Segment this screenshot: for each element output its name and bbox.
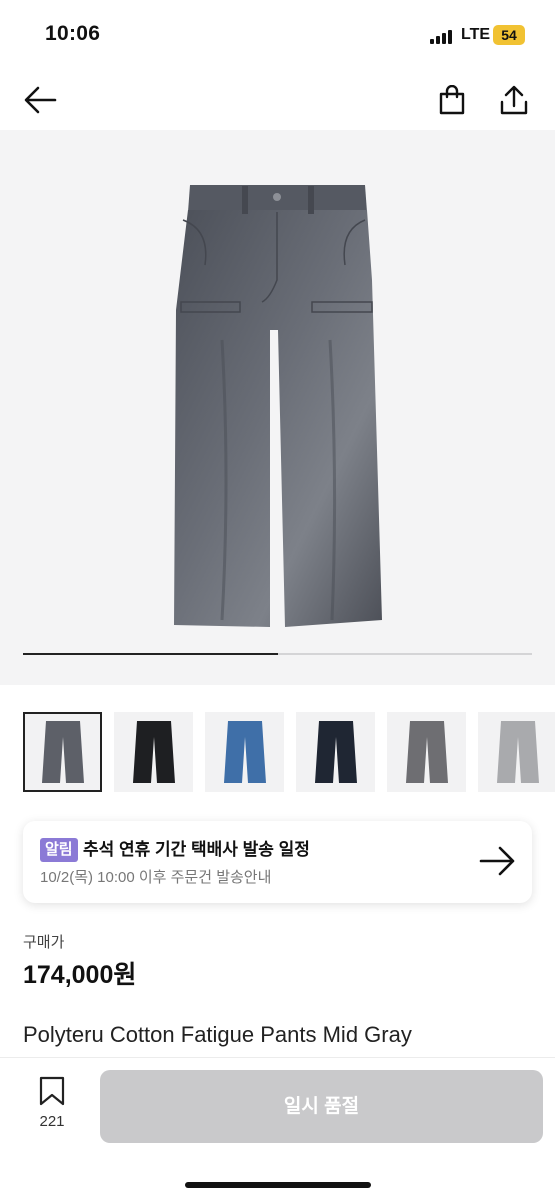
notice-badge: 알림 — [40, 838, 78, 862]
thumbnail-item[interactable] — [387, 712, 466, 792]
shopping-bag-icon — [439, 85, 465, 115]
product-image-carousel[interactable] — [0, 130, 555, 685]
pants-thumbnail-image — [496, 721, 539, 783]
cart-button[interactable] — [432, 80, 472, 120]
pants-thumbnail-image — [405, 721, 448, 783]
status-bar: 10:06 LTE 54 — [0, 0, 555, 70]
thumbnail-item[interactable] — [114, 712, 193, 792]
thumbnail-strip[interactable] — [23, 712, 555, 792]
pants-image — [174, 185, 382, 627]
pants-thumbnail-image — [223, 721, 266, 783]
bottom-action-bar: 221 일시 품절 — [0, 1057, 555, 1200]
notice-card[interactable]: 알림 추석 연휴 기간 택배사 발송 일정 10/2(목) 10:00 이후 주… — [23, 821, 532, 903]
battery-icon: 54 — [493, 25, 525, 45]
share-icon — [500, 85, 528, 115]
price-value: 174,000원 — [23, 961, 137, 989]
pants-thumbnail-image — [41, 721, 84, 783]
nav-bar — [0, 70, 555, 130]
home-indicator — [185, 1182, 371, 1188]
wishlist-count: 221 — [39, 1113, 65, 1130]
thumbnail-item[interactable] — [205, 712, 284, 792]
wishlist-button[interactable]: 221 — [27, 1076, 77, 1136]
thumbnail-item[interactable] — [478, 712, 555, 792]
pants-thumbnail-image — [314, 721, 357, 783]
carousel-progress — [23, 653, 532, 655]
arrow-right-icon — [479, 846, 515, 876]
signal-icon — [430, 30, 454, 44]
thumbnail-item[interactable] — [23, 712, 102, 792]
product-name: Polyteru Cotton Fatigue Pants Mid Gray — [23, 1022, 412, 1047]
back-button[interactable] — [20, 80, 60, 120]
bookmark-icon — [39, 1076, 65, 1106]
thumbnail-item[interactable] — [296, 712, 375, 792]
network-label: LTE — [461, 26, 491, 43]
notice-subtitle: 10/2(목) 10:00 이후 주문건 발송안내 — [40, 869, 272, 886]
notice-title: 추석 연휴 기간 택배사 발송 일정 — [83, 840, 310, 859]
carousel-progress-fill — [23, 653, 278, 655]
arrow-left-icon — [24, 86, 57, 114]
share-button[interactable] — [494, 80, 534, 120]
price-label: 구매가 — [23, 934, 65, 951]
soldout-button[interactable]: 일시 품절 — [100, 1070, 543, 1143]
status-time: 10:06 — [45, 22, 101, 45]
pants-thumbnail-image — [132, 721, 175, 783]
